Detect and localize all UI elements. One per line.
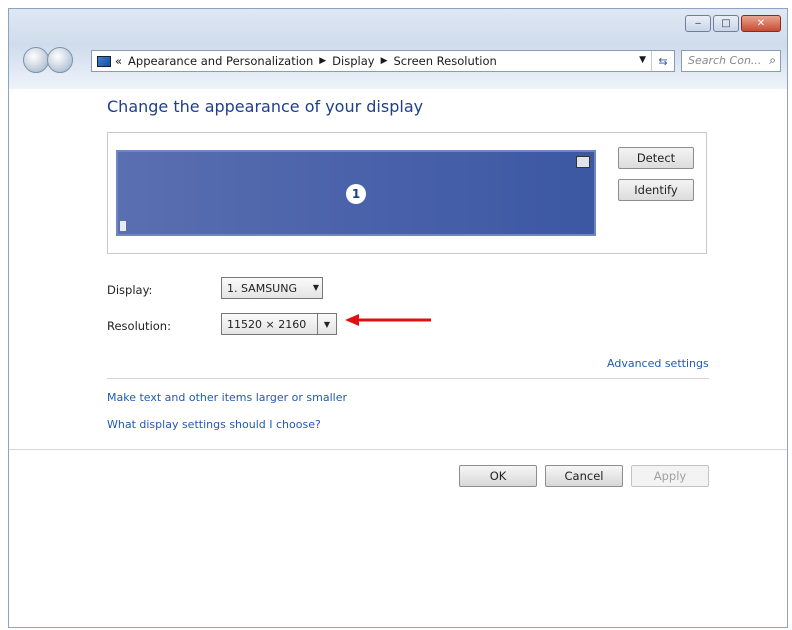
page-title: Change the appearance of your display <box>107 97 424 116</box>
apply-button[interactable]: Apply <box>631 465 709 487</box>
detect-button[interactable]: Detect <box>618 147 694 169</box>
resolution-select[interactable]: 11520 × 2160 ▼ <box>221 313 337 335</box>
search-placeholder: Search Con... <box>688 54 762 67</box>
monitor-preview-panel: 1 Detect Identify <box>107 132 707 254</box>
address-bar[interactable]: « Appearance and Personalization ▶ Displ… <box>91 50 675 72</box>
maximize-icon: □ <box>721 18 731 29</box>
main-content: Change the appearance of your display 1 … <box>9 89 787 627</box>
back-button[interactable] <box>23 47 49 73</box>
breadcrumb-screen-resolution[interactable]: Screen Resolution <box>393 54 496 68</box>
cancel-button[interactable]: Cancel <box>545 465 623 487</box>
navigation-bar: « Appearance and Personalization ▶ Displ… <box>15 47 781 75</box>
advanced-settings-link[interactable]: Advanced settings <box>607 357 709 370</box>
screen-resolution-window: ‒ □ ✕ « Appearance and Personalization ▶… <box>8 8 788 628</box>
display-label: Display: <box>107 283 153 297</box>
close-button[interactable]: ✕ <box>741 15 781 32</box>
text-size-link[interactable]: Make text and other items larger or smal… <box>107 391 347 404</box>
identify-button[interactable]: Identify <box>618 179 694 201</box>
breadcrumb-display[interactable]: Display <box>332 54 374 68</box>
breadcrumb-appearance[interactable]: Appearance and Personalization <box>128 54 313 68</box>
caption-buttons: ‒ □ ✕ <box>685 15 781 32</box>
minimize-button[interactable]: ‒ <box>685 15 711 32</box>
display-select-value: 1. SAMSUNG <box>227 281 297 295</box>
monitor-number-badge: 1 <box>346 184 366 204</box>
chevron-down-icon[interactable]: ▼ <box>639 55 646 65</box>
forward-button[interactable] <box>47 47 73 73</box>
resolution-label: Resolution: <box>107 319 171 333</box>
minimize-icon: ‒ <box>694 18 702 29</box>
display-help-link[interactable]: What display settings should I choose? <box>107 418 321 431</box>
chevron-right-icon: ▶ <box>380 56 388 66</box>
refresh-icon[interactable]: ⇆ <box>651 51 674 71</box>
search-input[interactable]: Search Con... ⌕ <box>681 50 781 72</box>
monitor-corner-marker <box>120 221 126 231</box>
control-panel-icon <box>97 55 111 67</box>
footer-divider <box>9 449 787 450</box>
breadcrumb-prefix[interactable]: « <box>115 54 122 68</box>
close-icon: ✕ <box>756 18 766 29</box>
ok-button[interactable]: OK <box>459 465 537 487</box>
title-bar: ‒ □ ✕ « Appearance and Personalization ▶… <box>9 9 787 89</box>
display-select[interactable]: 1. SAMSUNG ▼ <box>221 277 323 299</box>
monitor-corner-marker <box>576 156 590 168</box>
resolution-select-value: 11520 × 2160 <box>227 317 307 331</box>
chevron-right-icon: ▶ <box>319 56 327 66</box>
monitor-1[interactable]: 1 <box>116 150 596 236</box>
chevron-down-icon: ▼ <box>317 314 336 334</box>
chevron-down-icon: ▼ <box>312 283 319 292</box>
divider <box>107 378 709 379</box>
maximize-button[interactable]: □ <box>713 15 739 32</box>
red-arrow-annotation <box>345 314 431 326</box>
search-icon[interactable]: ⌕ <box>769 53 776 68</box>
